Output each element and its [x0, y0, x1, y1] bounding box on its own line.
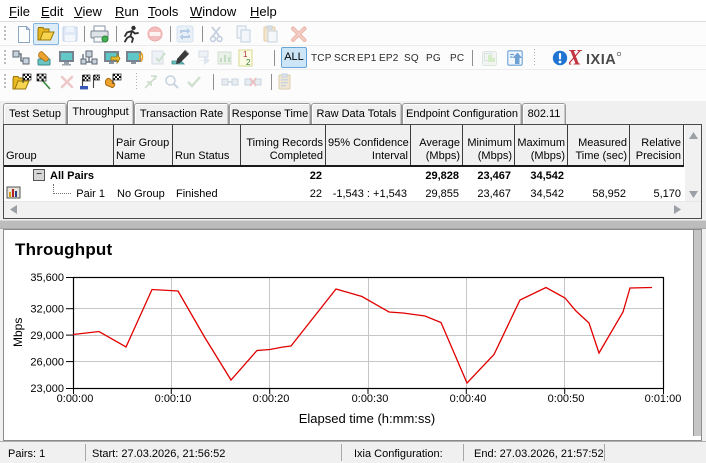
svg-text:IXIA: IXIA [586, 52, 616, 66]
svg-text:0:00:10: 0:00:10 [155, 393, 192, 405]
svg-text:32,000: 32,000 [30, 304, 64, 316]
svg-text:0:00:00: 0:00:00 [57, 393, 94, 405]
svg-text:Throughput: Throughput [15, 240, 112, 259]
svg-text:0:01:00: 0:01:00 [645, 393, 682, 405]
svg-text:X: X [569, 50, 583, 66]
svg-text:0:00:20: 0:00:20 [253, 393, 290, 405]
svg-text:2: 2 [246, 58, 251, 67]
svg-text:Mbps: Mbps [11, 318, 25, 347]
svg-text:0:00:40: 0:00:40 [450, 393, 487, 405]
svg-text:29,000: 29,000 [30, 330, 64, 342]
svg-text:26,000: 26,000 [30, 357, 64, 369]
svg-text:0:00:30: 0:00:30 [352, 393, 389, 405]
svg-text:0:00:50: 0:00:50 [548, 393, 585, 405]
svg-text:Elapsed time (h:mm:ss): Elapsed time (h:mm:ss) [299, 411, 436, 426]
svg-text:35,600: 35,600 [30, 272, 64, 284]
